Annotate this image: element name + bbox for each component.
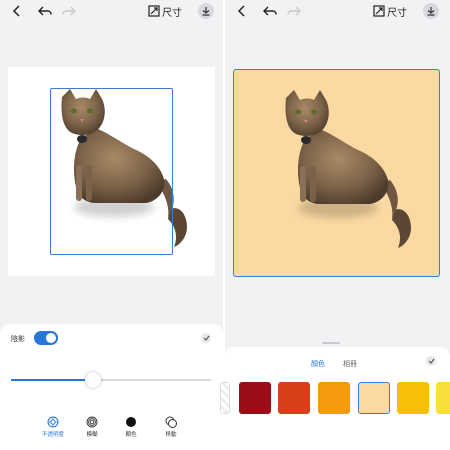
- size-label: 尺寸: [162, 7, 182, 19]
- chevron-left-icon: [12, 5, 20, 17]
- shadow-slider[interactable]: [11, 372, 211, 388]
- undo-button[interactable]: [36, 2, 54, 20]
- selection-frame[interactable]: [50, 88, 173, 255]
- background-color-panel: 顏色 相冊: [220, 342, 450, 450]
- resize-icon: [148, 5, 160, 17]
- confirm-button[interactable]: [426, 356, 436, 366]
- back-button[interactable]: [233, 2, 251, 20]
- color-swatch[interactable]: [397, 382, 429, 414]
- redo-icon: [62, 6, 76, 16]
- undo-icon: [38, 6, 52, 16]
- checkmark-icon: [203, 335, 209, 341]
- tool-blur[interactable]: 模糊: [76, 416, 108, 438]
- tab-album[interactable]: 相冊: [343, 359, 357, 369]
- chevron-left-icon: [237, 5, 245, 17]
- resize-icon: [373, 5, 385, 17]
- undo-icon: [263, 6, 277, 16]
- color-dot-icon: [125, 416, 137, 428]
- size-button[interactable]: 尺寸: [148, 2, 182, 20]
- top-toolbar: 尺寸: [0, 0, 223, 22]
- move-icon: [165, 416, 177, 428]
- slider-fill: [11, 379, 93, 381]
- slider-thumb[interactable]: [85, 372, 101, 388]
- size-label: 尺寸: [387, 7, 407, 19]
- image-canvas-colored[interactable]: [233, 69, 440, 277]
- panel-grab-handle[interactable]: [322, 342, 340, 344]
- shadow-toggle[interactable]: [34, 331, 58, 345]
- shadow-editor-screen: 尺寸 陰影 不透明度 模糊 顏色 移動: [0, 0, 223, 450]
- tool-opacity[interactable]: 不透明度: [37, 416, 69, 438]
- tab-color[interactable]: 顏色: [311, 359, 325, 369]
- color-swatch[interactable]: [318, 382, 350, 414]
- color-swatch[interactable]: [239, 382, 271, 414]
- cat-image: [276, 88, 416, 263]
- tool-color[interactable]: 顏色: [115, 416, 147, 438]
- redo-button[interactable]: [285, 2, 303, 20]
- download-button[interactable]: [197, 2, 215, 20]
- size-button[interactable]: 尺寸: [373, 2, 407, 20]
- color-swatch-row: [220, 382, 450, 414]
- color-swatch[interactable]: [436, 382, 450, 414]
- shadow-label: 陰影: [11, 335, 25, 343]
- image-canvas[interactable]: [8, 67, 215, 276]
- toggle-knob: [46, 333, 56, 343]
- color-swatch[interactable]: [358, 382, 390, 414]
- download-icon: [423, 3, 439, 19]
- tool-label: 不透明度: [41, 432, 64, 438]
- confirm-button[interactable]: [201, 333, 211, 343]
- opacity-icon: [47, 416, 59, 428]
- redo-button[interactable]: [60, 2, 78, 20]
- download-button[interactable]: [422, 2, 440, 20]
- tool-label: 移動: [165, 432, 177, 438]
- color-swatch[interactable]: [278, 382, 310, 414]
- shadow-panel: 陰影 不透明度 模糊 顏色 移動: [0, 324, 223, 450]
- download-icon: [198, 3, 214, 19]
- undo-button[interactable]: [261, 2, 279, 20]
- tool-label: 顏色: [125, 432, 137, 438]
- transparent-swatch[interactable]: [220, 382, 230, 414]
- tool-label: 模糊: [86, 432, 98, 438]
- blur-icon: [86, 416, 98, 428]
- top-toolbar: 尺寸: [225, 0, 450, 22]
- redo-icon: [287, 6, 301, 16]
- tool-move[interactable]: 移動: [155, 416, 187, 438]
- checkmark-icon: [428, 358, 434, 364]
- back-button[interactable]: [8, 2, 26, 20]
